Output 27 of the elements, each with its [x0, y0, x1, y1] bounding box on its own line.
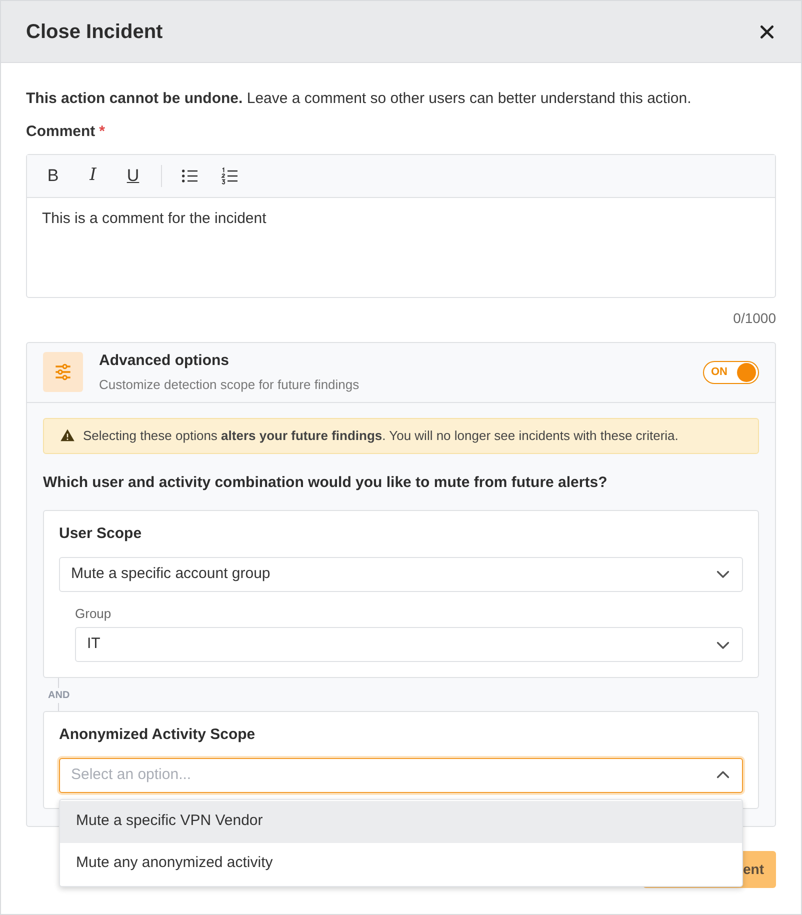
notice-text: This action cannot be undone. Leave a comment so other users can better understand this action. [26, 89, 692, 109]
numbered-list-icon [220, 166, 240, 186]
menu-option[interactable]: Mute any anonymized activity [60, 842, 742, 884]
group-label: Group [75, 604, 112, 623]
comment-editor[interactable]: B I U This is a comment for the incident [26, 154, 776, 298]
user-scope-title: User Scope [59, 524, 143, 544]
dialog-title: Close Incident [26, 20, 163, 44]
required-marker: * [99, 122, 106, 142]
character-counter: 0/1000 [733, 308, 776, 328]
and-connector: AND [47, 688, 71, 703]
panel-title: Advanced options [99, 350, 230, 370]
bold-button[interactable]: B [39, 162, 67, 190]
activity-scope-title: Anonymized Activity Scope [59, 725, 256, 745]
italic-button[interactable]: I [79, 162, 107, 190]
panel-subtitle: Customize detection scope for future findings [99, 376, 360, 394]
close-icon [759, 24, 775, 40]
user-scope-select[interactable]: Mute a specific account group [59, 556, 743, 592]
warning-text: Selecting these options alters your future findings. You will no longer see incidents with these criteria. [83, 426, 678, 445]
question-text: Which user and activity combination would you like to mute from future alerts? [43, 472, 608, 492]
comment-text: This is a comment for the incident [41, 208, 268, 228]
menu-option[interactable]: Mute a specific VPN Vendor [60, 800, 742, 842]
underline-button[interactable]: U [119, 162, 147, 190]
comment-label: Comment [26, 122, 96, 142]
close-button[interactable] [758, 22, 776, 40]
group-select[interactable]: IT [75, 627, 743, 662]
sliders-icon [43, 352, 83, 392]
warning-icon [60, 428, 75, 443]
